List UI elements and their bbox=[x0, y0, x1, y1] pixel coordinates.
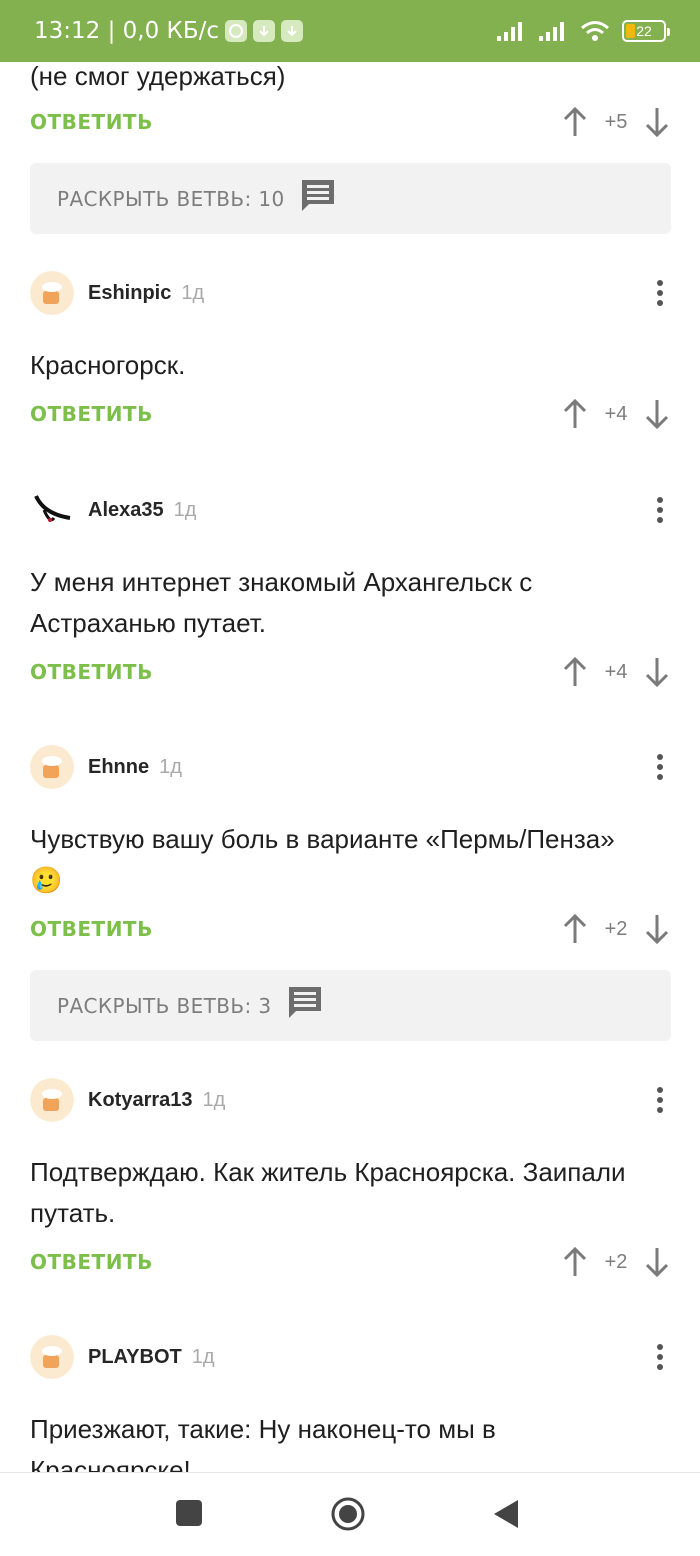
arrow-up-icon[interactable] bbox=[562, 1245, 588, 1279]
avatar[interactable] bbox=[30, 271, 74, 315]
comment-icon bbox=[299, 177, 337, 220]
system-nav-bar bbox=[0, 1472, 700, 1556]
comment-header: Alexa35 1д bbox=[30, 488, 670, 532]
download-icon bbox=[281, 20, 304, 42]
reply-button[interactable]: ОТВЕТИТЬ bbox=[30, 660, 153, 684]
vote-controls: +4 bbox=[562, 655, 670, 689]
vote-score: +4 bbox=[604, 402, 628, 425]
comment-time: 1д bbox=[181, 281, 205, 304]
expand-branch-label: РАСКРЫТЬ ВЕТВЬ: 10 bbox=[57, 186, 285, 211]
comment-header: Eshinpic 1д bbox=[30, 271, 670, 315]
comment-text: (не смог удержаться) bbox=[30, 62, 286, 91]
comment-actions: ОТВЕТИТЬ +4 bbox=[30, 652, 670, 692]
status-time: 13:12 | 0,0 КБ/с bbox=[34, 18, 220, 44]
signal-icon bbox=[539, 22, 564, 41]
comment-text: Красногорск. bbox=[30, 350, 186, 380]
arrow-down-icon[interactable] bbox=[644, 655, 670, 689]
status-right: 22 bbox=[496, 20, 670, 42]
back-button[interactable] bbox=[492, 1498, 520, 1530]
vote-controls: +2 bbox=[562, 1245, 670, 1279]
signal-icon bbox=[497, 22, 522, 41]
comment-text: Чувствую вашу боль в варианте «Пермь/Пен… bbox=[30, 824, 615, 895]
comment-actions: ОТВЕТИТЬ +5 bbox=[30, 102, 670, 142]
reply-button[interactable]: ОТВЕТИТЬ bbox=[30, 402, 153, 426]
reply-button[interactable]: ОТВЕТИТЬ bbox=[30, 1250, 153, 1274]
avatar[interactable] bbox=[30, 1335, 74, 1379]
expand-branch-label: РАСКРЫТЬ ВЕТВЬ: 3 bbox=[57, 993, 272, 1018]
recent-apps-button[interactable] bbox=[175, 1499, 203, 1527]
more-vertical-icon[interactable] bbox=[650, 278, 670, 308]
vote-score: +4 bbox=[604, 660, 628, 683]
status-bar: 13:12 | 0,0 КБ/с 22 bbox=[0, 0, 700, 62]
comment-actions: ОТВЕТИТЬ +2 bbox=[30, 1242, 670, 1282]
arrow-down-icon[interactable] bbox=[644, 912, 670, 946]
comment-icon bbox=[286, 984, 324, 1027]
more-vertical-icon[interactable] bbox=[650, 1342, 670, 1372]
comment-actions: ОТВЕТИТЬ +2 bbox=[30, 909, 670, 949]
battery-level: 22 bbox=[636, 23, 652, 39]
vote-score: +5 bbox=[604, 110, 628, 133]
more-vertical-icon[interactable] bbox=[650, 1085, 670, 1115]
arrow-up-icon[interactable] bbox=[562, 655, 588, 689]
expand-branch-button[interactable]: РАСКРЫТЬ ВЕТВЬ: 10 bbox=[30, 163, 671, 234]
comment-header: Kotyarra13 1д bbox=[30, 1078, 670, 1122]
vote-controls: +2 bbox=[562, 912, 670, 946]
arrow-down-icon[interactable] bbox=[644, 397, 670, 431]
author-name[interactable]: PLAYBOT bbox=[88, 1346, 182, 1369]
expand-branch-button[interactable]: РАСКРЫТЬ ВЕТВЬ: 3 bbox=[30, 970, 671, 1041]
comment-actions: ОТВЕТИТЬ +4 bbox=[30, 394, 670, 434]
author-name[interactable]: Eshinpic bbox=[88, 282, 171, 305]
vote-score: +2 bbox=[604, 1250, 628, 1273]
reply-button[interactable]: ОТВЕТИТЬ bbox=[30, 110, 153, 134]
status-left: 13:12 | 0,0 КБ/с bbox=[34, 18, 304, 44]
comment-header: Ehnne 1д bbox=[30, 745, 670, 789]
battery-icon: 22 bbox=[622, 20, 670, 42]
arrow-up-icon[interactable] bbox=[562, 912, 588, 946]
comment-header: PLAYBOT 1д bbox=[30, 1335, 670, 1379]
reply-button[interactable]: ОТВЕТИТЬ bbox=[30, 917, 153, 941]
author-name[interactable]: Ehnne bbox=[88, 756, 149, 779]
comment-text: Подтверждаю. Как житель Красноярска. Заи… bbox=[30, 1157, 626, 1228]
author-name[interactable]: Kotyarra13 bbox=[88, 1089, 193, 1112]
download-icon bbox=[253, 20, 276, 42]
comment-time: 1д bbox=[191, 1345, 215, 1368]
comment-feed[interactable]: (не смог удержаться) ОТВЕТИТЬ +5 РАСКРЫТ… bbox=[0, 62, 700, 1472]
comment-text: У меня интернет знакомый Архангельск с А… bbox=[30, 567, 533, 638]
whatsapp-icon bbox=[225, 20, 248, 42]
comment-time: 1д bbox=[159, 755, 182, 778]
comment-text: Приезжают, такие: Ну наконец-то мы в Кра… bbox=[30, 1414, 496, 1472]
vote-controls: +4 bbox=[562, 397, 670, 431]
more-vertical-icon[interactable] bbox=[650, 495, 670, 525]
home-button[interactable] bbox=[330, 1496, 366, 1532]
avatar[interactable] bbox=[30, 1078, 74, 1122]
author-name[interactable]: Alexa35 bbox=[88, 499, 164, 522]
more-vertical-icon[interactable] bbox=[650, 752, 670, 782]
vote-score: +2 bbox=[604, 917, 628, 940]
vote-controls: +5 bbox=[562, 105, 670, 139]
arrow-up-icon[interactable] bbox=[562, 397, 588, 431]
comment-time: 1д bbox=[173, 498, 197, 521]
arrow-down-icon[interactable] bbox=[644, 105, 670, 139]
avatar[interactable] bbox=[30, 488, 74, 532]
wifi-icon bbox=[581, 21, 609, 41]
avatar[interactable] bbox=[30, 745, 74, 789]
comment-time: 1д bbox=[202, 1088, 226, 1111]
arrow-up-icon[interactable] bbox=[562, 105, 588, 139]
arrow-down-icon[interactable] bbox=[644, 1245, 670, 1279]
